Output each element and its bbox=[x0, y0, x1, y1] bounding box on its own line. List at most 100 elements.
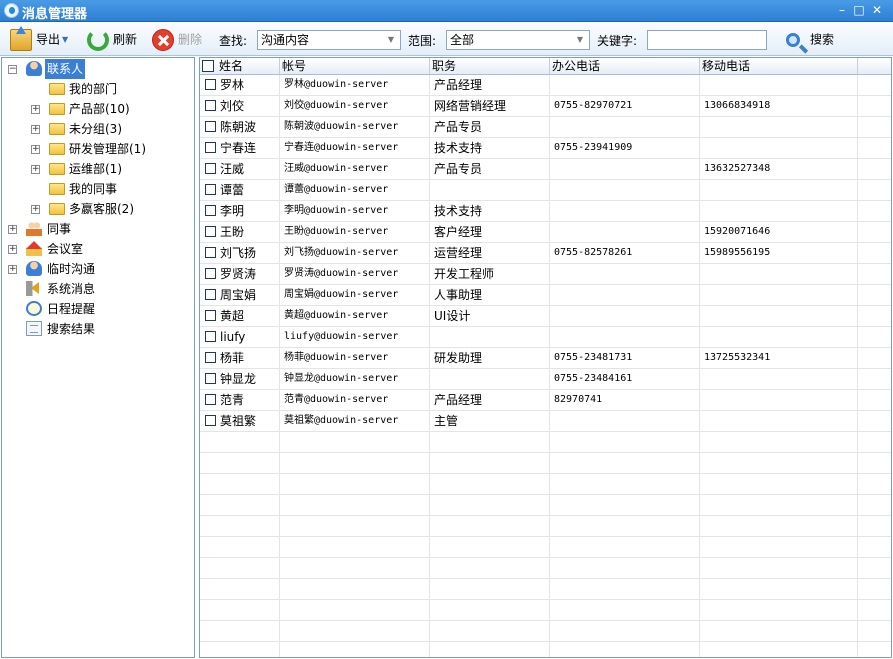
table-row[interactable]: 罗林 罗林@duowin-server 产品经理 bbox=[200, 75, 891, 96]
table-row[interactable]: 范青 范青@duowin-server 产品经理 82970741 bbox=[200, 390, 891, 411]
table-row[interactable]: 王盼 王盼@duowin-server 客户经理 15920071646 bbox=[200, 222, 891, 243]
cell-account bbox=[280, 495, 430, 515]
row-checkbox[interactable] bbox=[205, 163, 216, 174]
maximize-icon[interactable]: □ bbox=[852, 3, 866, 17]
delete-button[interactable]: 删除 bbox=[152, 27, 202, 51]
table-row[interactable]: 莫祖繁 莫祖繁@duowin-server 主管 bbox=[200, 411, 891, 432]
cell-office-phone bbox=[550, 642, 700, 657]
expand-icon[interactable]: + bbox=[8, 265, 17, 274]
export-icon bbox=[10, 25, 32, 51]
column-header-name[interactable]: 姓名 bbox=[200, 58, 280, 74]
expand-icon[interactable]: + bbox=[8, 245, 17, 254]
expand-icon[interactable]: + bbox=[31, 125, 40, 134]
cell-name: 宁春连 bbox=[200, 138, 280, 158]
table-row[interactable]: 李明 李明@duowin-server 技术支持 bbox=[200, 201, 891, 222]
table-row[interactable]: 谭蕾 谭蕾@duowin-server bbox=[200, 180, 891, 201]
expand-icon[interactable]: + bbox=[31, 165, 40, 174]
cell-mobile-phone bbox=[700, 201, 858, 221]
table-row[interactable]: 刘飞扬 刘飞扬@duowin-server 运营经理 0755-82578261 159… bbox=[200, 243, 891, 264]
cell-account bbox=[280, 579, 430, 599]
table-row[interactable]: 罗贤涛 罗贤涛@duowin-server 开发工程师 bbox=[200, 264, 891, 285]
minimize-icon[interactable]: – bbox=[835, 3, 849, 17]
table-row[interactable]: 钟显龙 钟显龙@duowin-server 0755-23484161 bbox=[200, 369, 891, 390]
cell-text: 钟显龙 bbox=[220, 372, 257, 386]
keyword-label: 关键字: bbox=[597, 34, 638, 48]
find-select[interactable]: 沟通内容 ▼ bbox=[257, 30, 401, 50]
row-checkbox[interactable] bbox=[205, 373, 216, 384]
cell-title: 技术支持 bbox=[430, 138, 550, 158]
cell-account: 钟显龙@duowin-server bbox=[280, 369, 430, 389]
cell-office-phone: 0755-23941909 bbox=[550, 138, 700, 158]
row-checkbox[interactable] bbox=[205, 247, 216, 258]
cell-name bbox=[200, 474, 280, 494]
select-all-checkbox[interactable] bbox=[202, 60, 214, 72]
cell-name bbox=[200, 516, 280, 536]
cell-mobile-phone bbox=[700, 180, 858, 200]
search-button[interactable]: 搜索 bbox=[786, 27, 834, 51]
cell-office-phone: 0755-82578261 bbox=[550, 243, 700, 263]
cell-office-phone bbox=[550, 537, 700, 557]
expand-icon[interactable]: + bbox=[31, 205, 40, 214]
cell-title bbox=[430, 621, 550, 641]
row-checkbox[interactable] bbox=[205, 79, 216, 90]
cell-account: 刘飞扬@duowin-server bbox=[280, 243, 430, 263]
row-checkbox[interactable] bbox=[205, 184, 216, 195]
column-header-office-phone[interactable]: 办公电话 bbox=[550, 58, 700, 74]
folder-icon bbox=[49, 83, 65, 95]
table-row[interactable]: 陈朝波 陈朝波@duowin-server 产品专员 bbox=[200, 117, 891, 138]
refresh-icon bbox=[87, 28, 109, 51]
cell-office-phone bbox=[550, 516, 700, 536]
cell-name bbox=[200, 642, 280, 657]
row-checkbox[interactable] bbox=[205, 268, 216, 279]
folder-icon bbox=[49, 163, 65, 175]
column-header-account[interactable]: 帐号 bbox=[280, 58, 430, 74]
table-row[interactable]: 周宝娟 周宝娟@duowin-server 人事助理 bbox=[200, 285, 891, 306]
cell-mobile-phone bbox=[700, 306, 858, 326]
empty-row bbox=[200, 642, 891, 657]
export-button[interactable]: 导出 ▼ bbox=[10, 25, 68, 51]
row-checkbox[interactable] bbox=[205, 331, 216, 342]
row-checkbox[interactable] bbox=[205, 226, 216, 237]
cell-name bbox=[200, 600, 280, 620]
table-row[interactable]: 汪威 汪威@duowin-server 产品专员 13632527348 bbox=[200, 159, 891, 180]
row-checkbox[interactable] bbox=[205, 121, 216, 132]
expand-icon[interactable]: + bbox=[31, 145, 40, 154]
row-checkbox[interactable] bbox=[205, 100, 216, 111]
cell-title: 开发工程师 bbox=[430, 264, 550, 284]
cell-name: 罗贤涛 bbox=[200, 264, 280, 284]
table-row[interactable]: 刘佼 刘佼@duowin-server 网络营销经理 0755-82970721 130… bbox=[200, 96, 891, 117]
column-header-title[interactable]: 职务 bbox=[430, 58, 550, 74]
row-checkbox[interactable] bbox=[205, 289, 216, 300]
cell-name: 陈朝波 bbox=[200, 117, 280, 137]
scope-select[interactable]: 全部 ▼ bbox=[446, 30, 590, 50]
table-row[interactable]: liufy liufy@duowin-server bbox=[200, 327, 891, 348]
cell-title bbox=[430, 180, 550, 200]
cell-mobile-phone: 13066834918 bbox=[700, 96, 858, 116]
row-checkbox[interactable] bbox=[205, 394, 216, 405]
cell-text: liufy bbox=[220, 330, 246, 344]
refresh-button[interactable]: 刷新 bbox=[87, 27, 137, 51]
cell-office-phone: 0755-23484161 bbox=[550, 369, 700, 389]
row-checkbox[interactable] bbox=[205, 142, 216, 153]
collapse-icon[interactable]: − bbox=[8, 65, 17, 74]
cell-name bbox=[200, 495, 280, 515]
empty-row bbox=[200, 600, 891, 621]
row-checkbox[interactable] bbox=[205, 310, 216, 321]
cell-text: 周宝娟 bbox=[220, 288, 257, 302]
table-row[interactable]: 黄超 黄超@duowin-server UI设计 bbox=[200, 306, 891, 327]
row-checkbox[interactable] bbox=[205, 205, 216, 216]
column-header-mobile-phone[interactable]: 移动电话 bbox=[700, 58, 858, 74]
table-row[interactable]: 宁春连 宁春连@duowin-server 技术支持 0755-23941909 bbox=[200, 138, 891, 159]
table-row[interactable]: 杨菲 杨菲@duowin-server 研发助理 0755-23481731 13725… bbox=[200, 348, 891, 369]
keyword-input[interactable] bbox=[647, 30, 767, 50]
row-checkbox[interactable] bbox=[205, 415, 216, 426]
cell-title: 人事助理 bbox=[430, 285, 550, 305]
cell-account bbox=[280, 642, 430, 657]
cell-name: 周宝娟 bbox=[200, 285, 280, 305]
expand-icon[interactable]: + bbox=[8, 225, 17, 234]
expand-icon[interactable]: + bbox=[31, 105, 40, 114]
cell-account: 刘佼@duowin-server bbox=[280, 96, 430, 116]
row-checkbox[interactable] bbox=[205, 352, 216, 363]
cell-mobile-phone bbox=[700, 516, 858, 536]
close-icon[interactable]: ✕ bbox=[870, 3, 884, 17]
